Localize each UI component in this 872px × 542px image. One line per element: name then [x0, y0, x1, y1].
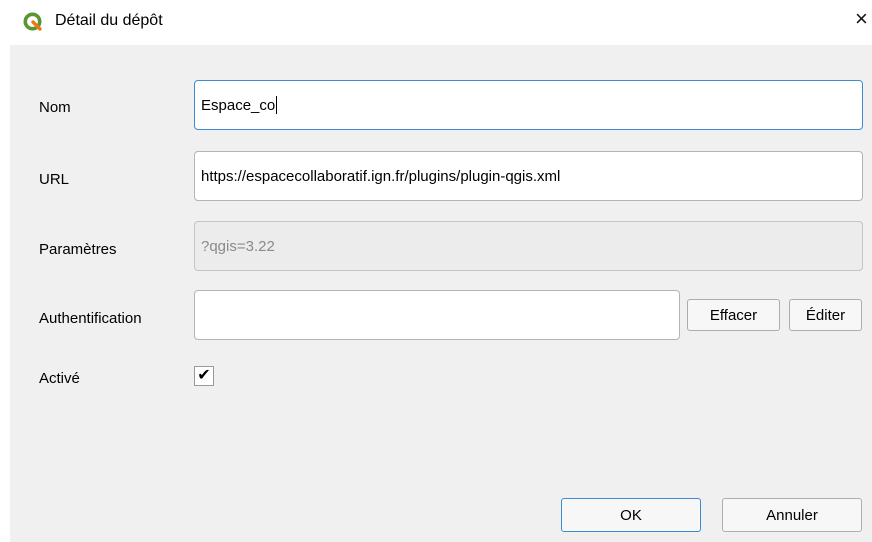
auth-field[interactable]	[194, 290, 680, 340]
params-field: ?qgis=3.22	[194, 221, 863, 271]
url-value: https://espacecollaboratif.ign.fr/plugin…	[201, 167, 561, 185]
url-field[interactable]: https://espacecollaboratif.ign.fr/plugin…	[194, 151, 863, 201]
params-label: Paramètres	[39, 241, 117, 258]
title-bar: Détail du dépôt ×	[0, 0, 872, 45]
url-label: URL	[39, 171, 70, 188]
clear-button[interactable]: Effacer	[687, 299, 780, 331]
edit-button[interactable]: Éditer	[789, 299, 862, 331]
checkmark-icon: ✔	[197, 367, 211, 384]
dialog-body: Nom Espace_co URL https://espacecollabor…	[10, 45, 872, 542]
name-value: Espace_co	[201, 96, 276, 114]
auth-label: Authentification	[39, 310, 142, 327]
text-caret	[276, 96, 278, 114]
enabled-label: Activé	[39, 370, 80, 387]
name-field[interactable]: Espace_co	[194, 80, 863, 130]
close-icon[interactable]: ×	[855, 8, 868, 30]
params-value: ?qgis=3.22	[201, 237, 275, 255]
cancel-button[interactable]: Annuler	[722, 498, 862, 532]
enabled-checkbox[interactable]: ✔	[194, 366, 214, 386]
qgis-logo-icon	[23, 12, 42, 31]
name-label: Nom	[39, 99, 71, 116]
window-title: Détail du dépôt	[55, 12, 163, 29]
ok-button[interactable]: OK	[561, 498, 701, 532]
